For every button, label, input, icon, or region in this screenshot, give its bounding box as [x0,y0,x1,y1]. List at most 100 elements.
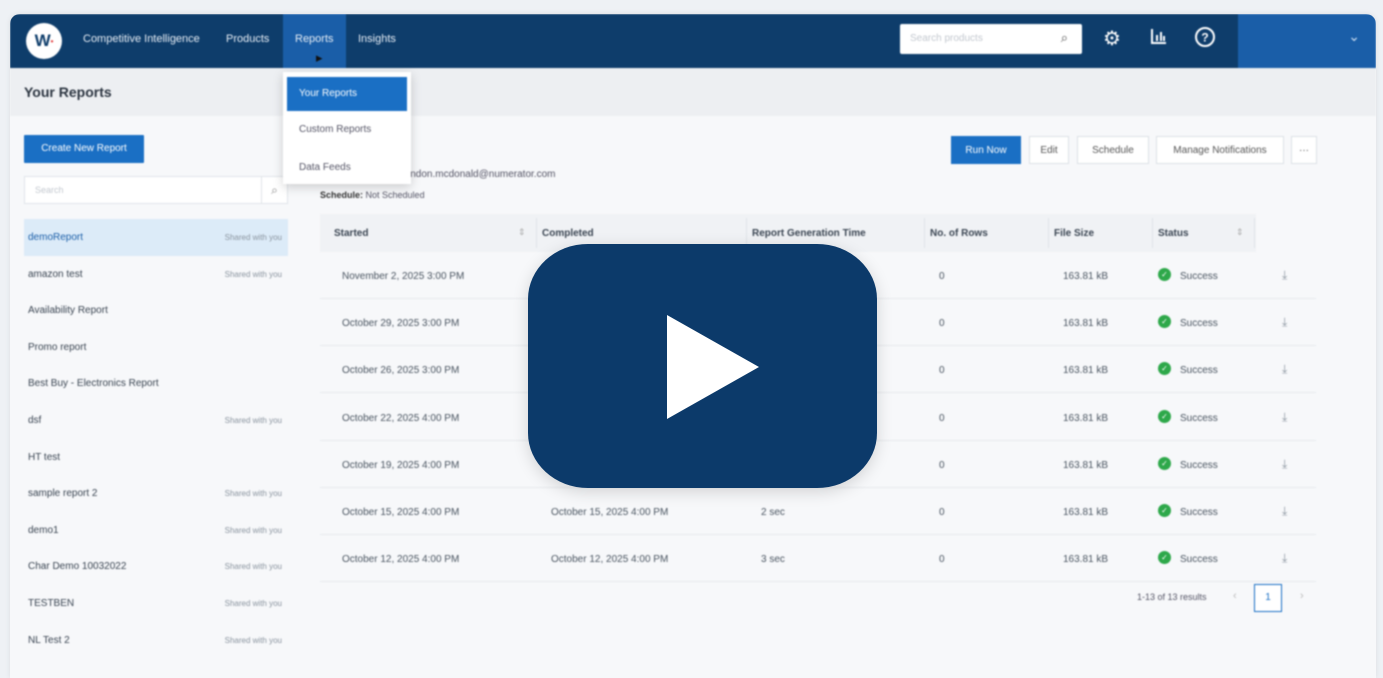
prev-page-icon[interactable]: ‹ [1233,590,1237,602]
manage-notifications-button[interactable]: Manage Notifications [1156,136,1284,164]
sort-icon[interactable]: ⇕ [518,227,526,238]
report-search-input[interactable]: Search ⌕ [24,176,288,204]
report-list-item[interactable]: demo1 Shared with you [24,512,288,549]
shared-label: Shared with you [224,489,282,499]
cell-started: October 29, 2025 3:00 PM [342,318,460,330]
success-check-icon: ✓ [1158,504,1171,517]
schedule-button[interactable]: Schedule [1077,136,1149,164]
report-name: dsf [28,414,42,426]
report-list-item[interactable]: amazon test Shared with you [24,256,288,293]
shared-label: Shared with you [224,562,282,572]
success-check-icon: ✓ [1158,315,1171,329]
menu-item-data-feeds[interactable]: Data Feeds [283,149,411,187]
user-menu[interactable]: ⌄ [1238,14,1376,68]
report-list-item[interactable]: NL Test 2 Shared with you [24,622,288,659]
success-check-icon: ✓ [1158,409,1171,423]
cell-started: November 2, 2025 3:00 PM [342,271,465,282]
cell-completed: October 12, 2025 4:00 PM [551,554,669,566]
cell-status: Success [1180,271,1218,282]
report-list-item[interactable]: sample report 2 Shared with you [24,475,288,512]
cell-file-size: 163.81 kB [1063,459,1109,471]
cell-rows: 0 [939,412,945,424]
create-new-report-button[interactable]: Create New Report [24,135,144,163]
report-list-item[interactable]: Char Demo 10032022 Shared with you [24,548,288,585]
report-list-item[interactable]: Promo report [24,329,288,366]
report-list-item[interactable]: HT test [24,439,288,476]
report-list-item[interactable]: Availability Report [24,292,288,329]
download-icon[interactable]: ⤓ [1282,410,1287,425]
report-owner: y brandon.mcdonald@numerator.com [388,169,556,180]
nav-insights[interactable]: Insights [358,14,396,68]
sort-icon[interactable]: ⇕ [1236,227,1244,238]
play-button[interactable] [528,244,877,488]
search-icon: ⌕ [1060,30,1068,45]
cell-file-size: 163.81 kB [1063,365,1109,377]
cell-file-size: 163.81 kB [1063,554,1109,566]
column-header-file-size[interactable]: File Size [1054,228,1094,239]
gear-icon[interactable]: ⚙ [1099,26,1125,52]
column-header-rows[interactable]: No. of Rows [930,228,988,239]
edit-button[interactable]: Edit [1029,136,1069,164]
download-icon[interactable]: ⤓ [1282,457,1287,472]
menu-item-custom-reports[interactable]: Custom Reports [283,111,411,149]
report-list-item[interactable]: TESTBEN Shared with you [24,585,288,622]
report-list-item[interactable]: Best Buy - Electronics Report [24,365,288,402]
shared-label: Shared with you [224,635,282,645]
reports-dropdown: Your Reports Custom Reports Data Feeds [283,72,411,184]
cell-rows: 0 [939,365,945,377]
cell-file-size: 163.81 kB [1063,412,1109,424]
product-search-input[interactable]: Search products ⌕ [900,24,1082,54]
play-icon [667,315,759,419]
shared-label: Shared with you [224,415,282,425]
column-header-started[interactable]: Started [334,228,368,239]
cell-status: Success [1180,459,1218,471]
cell-generation-time: 3 sec [761,554,785,566]
page-number-button[interactable]: 1 [1254,584,1282,612]
cell-generation-time: 2 sec [761,507,785,518]
schedule-info: Schedule: Not Scheduled [320,190,425,200]
cell-started: October 19, 2025 4:00 PM [342,459,460,471]
mouse-cursor-icon: ▸ [316,50,323,65]
menu-item-your-reports[interactable]: Your Reports [287,77,407,111]
success-check-icon: ✓ [1158,551,1171,565]
page-header: Your Reports [10,68,1376,116]
nav-competitive-intelligence[interactable]: Competitive Intelligence [83,14,200,68]
table-row[interactable]: October 12, 2025 4:00 PM October 12, 2025… [320,535,1316,583]
report-name: Best Buy - Electronics Report [28,378,159,390]
success-check-icon: ✓ [1158,268,1171,281]
more-options-button[interactable]: ··· [1291,136,1317,164]
cell-status: Success [1180,554,1218,566]
run-now-button[interactable]: Run Now [951,136,1021,164]
download-icon[interactable]: ⤓ [1282,362,1287,377]
column-header-generation-time[interactable]: Report Generation Time [752,228,866,239]
success-check-icon: ✓ [1158,362,1171,376]
report-name: TESTBEN [28,597,75,609]
report-name: NL Test 2 [28,634,70,646]
table-row[interactable]: October 15, 2025 4:00 PM October 15, 2025… [320,488,1316,535]
cell-status: Success [1180,318,1218,330]
video-thumbnail[interactable]: W • Competitive Intelligence Products Rep… [10,14,1376,678]
bar-chart-icon[interactable] [1146,26,1172,52]
cell-file-size: 163.81 kB [1063,271,1109,282]
report-list-item[interactable]: demoReport Shared with you [24,219,288,256]
page-title: Your Reports [24,84,112,100]
nav-products[interactable]: Products [226,14,269,68]
download-icon[interactable]: ⤓ [1282,315,1287,330]
cell-rows: 0 [939,318,945,330]
download-icon[interactable]: ⤓ [1282,551,1287,566]
chevron-down-icon: ⌄ [1348,28,1360,44]
report-name: Char Demo 10032022 [28,561,127,573]
brand-logo[interactable]: W • [26,23,62,59]
question-icon[interactable]: ? [1192,26,1218,52]
download-icon[interactable]: ⤓ [1282,268,1287,283]
report-name: HT test [28,451,61,463]
column-header-status[interactable]: Status [1158,228,1189,239]
download-icon[interactable]: ⤓ [1282,504,1287,519]
report-list-item[interactable]: dsf Shared with you [24,402,288,439]
cell-started: October 22, 2025 4:00 PM [342,412,460,424]
next-page-icon[interactable]: › [1300,590,1304,602]
nav-reports[interactable]: Reports [283,14,346,68]
cell-status: Success [1180,412,1218,424]
report-name: amazon test [28,268,83,280]
column-header-completed[interactable]: Completed [542,228,594,239]
